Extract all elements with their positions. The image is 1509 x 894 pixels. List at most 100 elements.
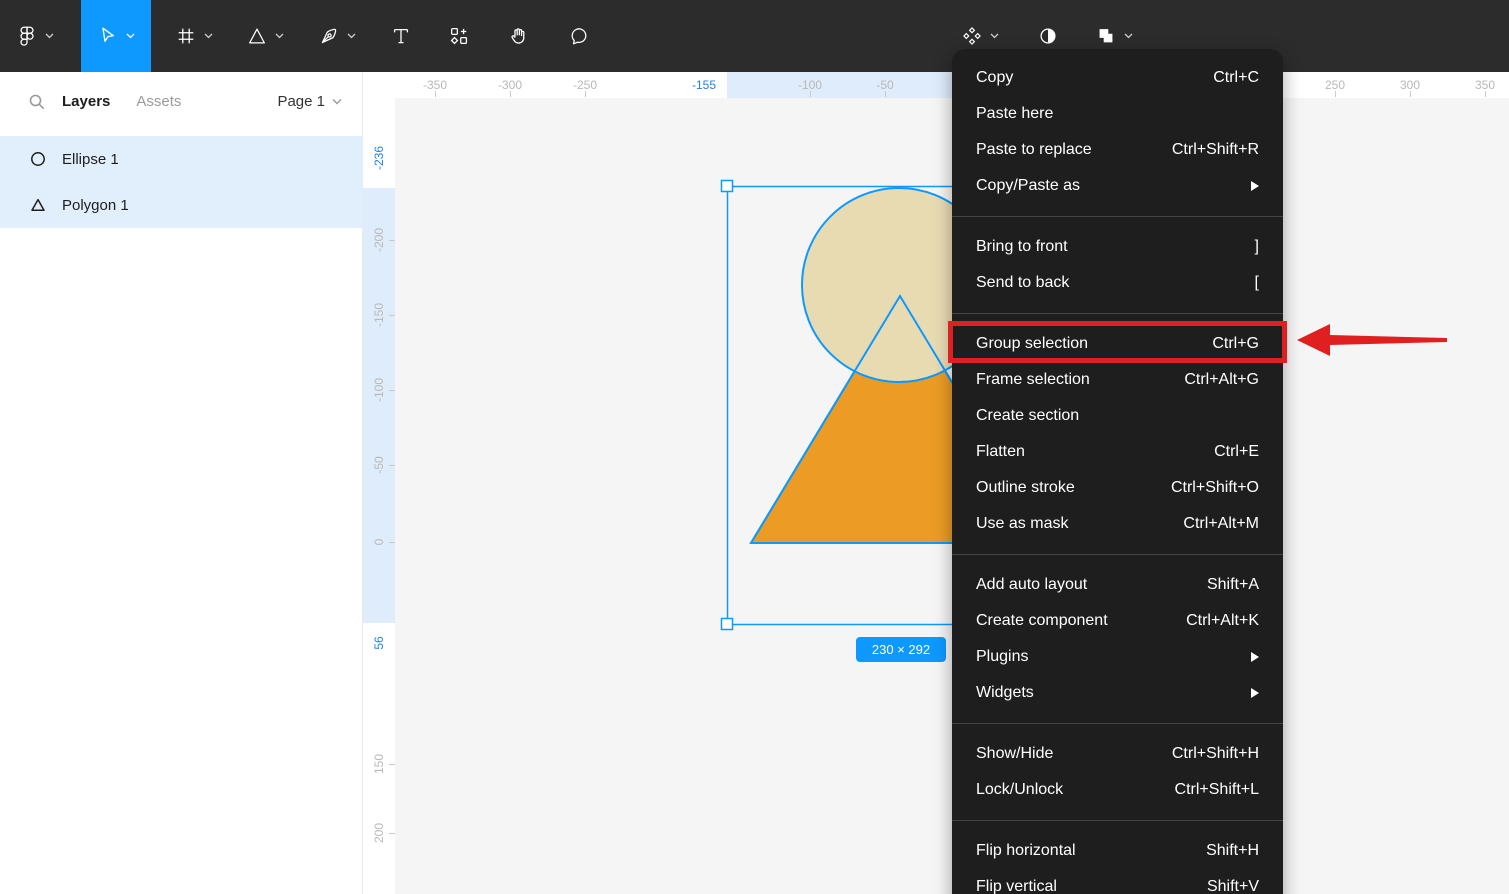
ruler-label: 200	[372, 822, 386, 844]
vertical-ruler[interactable]: -236 -200 -150 -100 -50 0 56 150 200	[363, 98, 395, 894]
menu-item-shortcut: ]	[1254, 238, 1259, 255]
vertical-ruler-selection-band	[363, 188, 395, 623]
chevron-down-icon	[990, 33, 999, 39]
pen-tool-button[interactable]	[303, 0, 371, 72]
actions-tool-button[interactable]	[437, 0, 481, 72]
menu-item-outline-stroke[interactable]: Outline stroke Ctrl+Shift+O	[952, 470, 1283, 506]
pen-icon	[318, 25, 340, 47]
chevron-down-icon	[204, 33, 213, 39]
layer-row-ellipse[interactable]: Ellipse 1	[0, 136, 363, 182]
ruler-label: -200	[372, 227, 386, 253]
mask-icon	[1037, 25, 1059, 47]
chevron-down-icon	[275, 33, 284, 39]
ruler-label: -100	[797, 78, 823, 92]
menu-item-create-section[interactable]: Create section	[952, 398, 1283, 434]
component-diamonds-icon	[961, 25, 983, 47]
menu-item-shortcut: Ctrl+Shift+R	[1171, 141, 1259, 158]
ruler-tick	[389, 240, 395, 241]
menu-item-send-to-back[interactable]: Send to back [	[952, 265, 1283, 301]
menu-separator	[952, 216, 1283, 217]
frame-icon	[175, 25, 197, 47]
ruler-tick	[1410, 91, 1411, 97]
hand-tool-button[interactable]	[496, 0, 542, 72]
menu-item-lock-unlock[interactable]: Lock/Unlock Ctrl+Shift+L	[952, 772, 1283, 808]
ruler-tick	[389, 764, 395, 765]
menu-item-label: Copy	[976, 69, 1014, 86]
ruler-tick	[1335, 91, 1336, 97]
menu-item-copy-paste-as[interactable]: Copy/Paste as	[952, 168, 1283, 204]
layers-panel: Layers Assets Page 1 Ellipse 1 Polygon 1	[0, 72, 363, 894]
search-icon[interactable]	[28, 93, 46, 111]
submenu-arrow-icon	[1251, 181, 1259, 191]
ruler-tick	[389, 315, 395, 316]
menu-item-label: Flip horizontal	[976, 842, 1076, 859]
menu-item-show-hide[interactable]: Show/Hide Ctrl+Shift+H	[952, 736, 1283, 772]
menu-item-label: Lock/Unlock	[976, 781, 1064, 798]
menu-item-shortcut: Ctrl+Shift+H	[1171, 745, 1259, 762]
menu-item-paste-here[interactable]: Paste here	[952, 96, 1283, 132]
menu-item-label: Widgets	[976, 684, 1034, 701]
menu-item-flatten[interactable]: Flatten Ctrl+E	[952, 434, 1283, 470]
hand-icon	[508, 25, 530, 47]
ruler-tick	[389, 465, 395, 466]
ruler-label: 250	[1324, 78, 1346, 92]
menu-item-shortcut: Ctrl+Alt+G	[1184, 371, 1259, 388]
ruler-label: -100	[372, 377, 386, 403]
menu-item-label: Group selection	[976, 335, 1089, 352]
frame-tool-button[interactable]	[160, 0, 228, 72]
tab-layers[interactable]: Layers	[62, 93, 110, 110]
menu-item-label: Flatten	[976, 443, 1025, 460]
boolean-union-icon	[1095, 25, 1117, 47]
menu-item-create-component[interactable]: Create component Ctrl+Alt+K	[952, 603, 1283, 639]
shape-tool-button[interactable]	[231, 0, 299, 72]
menu-item-label: Add auto layout	[976, 576, 1088, 593]
menu-item-group-selection[interactable]: Group selection Ctrl+G	[952, 326, 1283, 362]
ruler-label: -150	[372, 302, 386, 328]
ruler-label: 150	[372, 753, 386, 775]
menu-item-label: Paste to replace	[976, 141, 1092, 158]
comment-icon	[568, 25, 590, 47]
menu-item-widgets[interactable]: Widgets	[952, 675, 1283, 711]
menu-item-frame-selection[interactable]: Frame selection Ctrl+Alt+G	[952, 362, 1283, 398]
menu-item-shortcut: Ctrl+G	[1212, 335, 1259, 352]
ruler-selection-label: 56	[372, 636, 386, 650]
text-tool-button[interactable]	[379, 0, 423, 72]
ruler-label: 300	[1399, 78, 1421, 92]
menu-item-add-auto-layout[interactable]: Add auto layout Shift+A	[952, 567, 1283, 603]
page-selector-label: Page 1	[277, 93, 325, 110]
move-tool-button[interactable]	[81, 0, 151, 72]
chevron-down-icon	[1124, 33, 1133, 39]
menu-item-shortcut: Ctrl+Shift+O	[1170, 479, 1259, 496]
comment-tool-button[interactable]	[556, 0, 602, 72]
menu-item-label: Copy/Paste as	[976, 177, 1081, 194]
chevron-down-icon	[347, 33, 356, 39]
tab-assets[interactable]: Assets	[136, 93, 181, 110]
menu-item-flip-vertical[interactable]: Flip vertical Shift+V	[952, 869, 1283, 894]
menu-item-label: Bring to front	[976, 238, 1068, 255]
main-menu-button[interactable]	[6, 0, 64, 72]
page-selector[interactable]: Page 1	[277, 93, 342, 110]
submenu-arrow-icon	[1251, 688, 1259, 698]
ruler-selection-label: -236	[372, 145, 386, 171]
menu-item-label: Send to back	[976, 274, 1070, 291]
ruler-tick	[389, 833, 395, 834]
menu-item-shortcut: Shift+V	[1206, 878, 1259, 894]
menu-item-label: Create component	[976, 612, 1108, 629]
menu-item-use-as-mask[interactable]: Use as mask Ctrl+Alt+M	[952, 506, 1283, 542]
ruler-selection-label: -155	[691, 78, 717, 92]
ruler-tick	[585, 91, 586, 97]
polygon-icon	[31, 198, 45, 211]
horizontal-ruler[interactable]: -350 -300 -250 -155 -100 -50 250 300 350	[363, 72, 1509, 98]
menu-item-bring-to-front[interactable]: Bring to front ]	[952, 229, 1283, 265]
text-icon	[390, 25, 412, 47]
menu-item-copy[interactable]: Copy Ctrl+C	[952, 60, 1283, 96]
menu-item-paste-to-replace[interactable]: Paste to replace Ctrl+Shift+R	[952, 132, 1283, 168]
chevron-down-icon	[126, 33, 135, 39]
layer-name: Polygon 1	[62, 196, 129, 214]
menu-item-flip-horizontal[interactable]: Flip horizontal Shift+H	[952, 833, 1283, 869]
layer-row-polygon[interactable]: Polygon 1	[0, 182, 363, 228]
ruler-label: -50	[876, 78, 894, 92]
figma-app-window: 230 × 292 -350 -300 -250 -155 -100 -50 2…	[0, 0, 1509, 894]
menu-item-plugins[interactable]: Plugins	[952, 639, 1283, 675]
actions-icon	[448, 25, 470, 47]
